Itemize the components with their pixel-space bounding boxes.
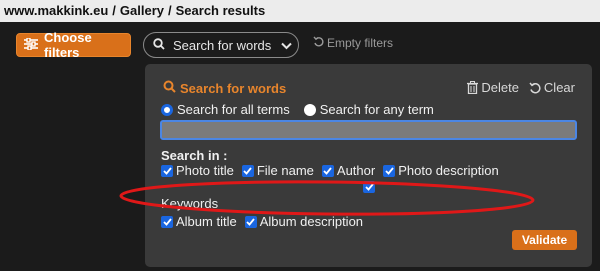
- option-label: Album title: [176, 214, 237, 229]
- validate-button[interactable]: Validate: [512, 230, 577, 250]
- search-terms-input[interactable]: [160, 120, 577, 140]
- breadcrumb-site[interactable]: www.makkink.eu: [4, 3, 108, 18]
- keywords-checkbox[interactable]: [363, 181, 375, 193]
- breadcrumb-separator: /: [168, 3, 172, 18]
- radio-all-label: Search for all terms: [177, 102, 290, 117]
- panel-actions: Delete Clear: [467, 80, 575, 95]
- breadcrumb-gallery[interactable]: Gallery: [120, 3, 164, 18]
- sliders-icon: [24, 36, 38, 53]
- option-label: File name: [256, 163, 314, 178]
- filter-toolbar: Choose filters Search for words Empty fi…: [0, 22, 600, 64]
- radio-all-terms[interactable]: Search for all terms: [161, 102, 290, 117]
- option-label: Author: [336, 163, 376, 178]
- choose-filters-button[interactable]: Choose filters: [16, 30, 131, 60]
- undo-icon: [529, 82, 541, 94]
- breadcrumb-current: Search results: [175, 3, 266, 18]
- empty-filters-label: Empty filters: [327, 36, 394, 50]
- search-in-options: Photo title File name Author Photo descr…: [161, 163, 499, 178]
- option-label: Album description: [259, 214, 364, 229]
- delete-button[interactable]: Delete: [467, 80, 519, 95]
- choose-filters-label: Choose filters: [44, 30, 92, 60]
- option-photo-description[interactable]: Photo description: [383, 163, 499, 178]
- option-label: Photo description: [398, 163, 499, 178]
- undo-icon: [313, 36, 324, 50]
- checkbox[interactable]: [161, 215, 173, 228]
- option-photo-title[interactable]: Photo title: [161, 163, 234, 178]
- breadcrumb: www.makkink.eu / Gallery / Search results: [0, 0, 600, 22]
- album-options: Album title Album description: [161, 214, 363, 229]
- checkbox[interactable]: [244, 215, 257, 228]
- radio-button[interactable]: [303, 103, 316, 116]
- breadcrumb-separator: /: [112, 3, 116, 18]
- option-file-name[interactable]: File name: [241, 163, 314, 178]
- option-album-title[interactable]: Album title: [161, 214, 237, 229]
- delete-label: Delete: [481, 80, 519, 95]
- keywords-label: Keywords: [161, 196, 219, 211]
- option-author[interactable]: Author: [321, 163, 376, 178]
- search-dropdown-label: Search for words: [173, 37, 272, 53]
- search-words-dropdown[interactable]: Search for words: [143, 32, 299, 58]
- radio-button[interactable]: [161, 103, 173, 116]
- checkbox[interactable]: [161, 164, 173, 177]
- search-words-panel: Search for words Delete Clear Search for…: [145, 64, 592, 267]
- checkbox[interactable]: [383, 164, 396, 177]
- search-in-label: Search in :: [161, 148, 228, 163]
- chevron-down-icon: [281, 38, 292, 53]
- empty-filters-button[interactable]: Empty filters: [313, 36, 393, 50]
- trash-icon: [467, 81, 479, 94]
- panel-title: Search for words: [163, 80, 286, 96]
- search-mode-group: Search for all terms Search for any term: [161, 102, 434, 117]
- radio-any-label: Search for any term: [319, 102, 434, 117]
- clear-button[interactable]: Clear: [529, 80, 575, 95]
- option-label: Photo title: [176, 163, 234, 178]
- panel-title-text: Search for words: [180, 80, 287, 96]
- clear-label: Clear: [543, 80, 575, 95]
- checkbox[interactable]: [321, 164, 334, 177]
- radio-any-term[interactable]: Search for any term: [303, 102, 434, 117]
- checkbox[interactable]: [241, 164, 254, 177]
- search-icon: [163, 80, 176, 96]
- search-icon: [153, 37, 165, 53]
- option-album-description[interactable]: Album description: [244, 214, 364, 229]
